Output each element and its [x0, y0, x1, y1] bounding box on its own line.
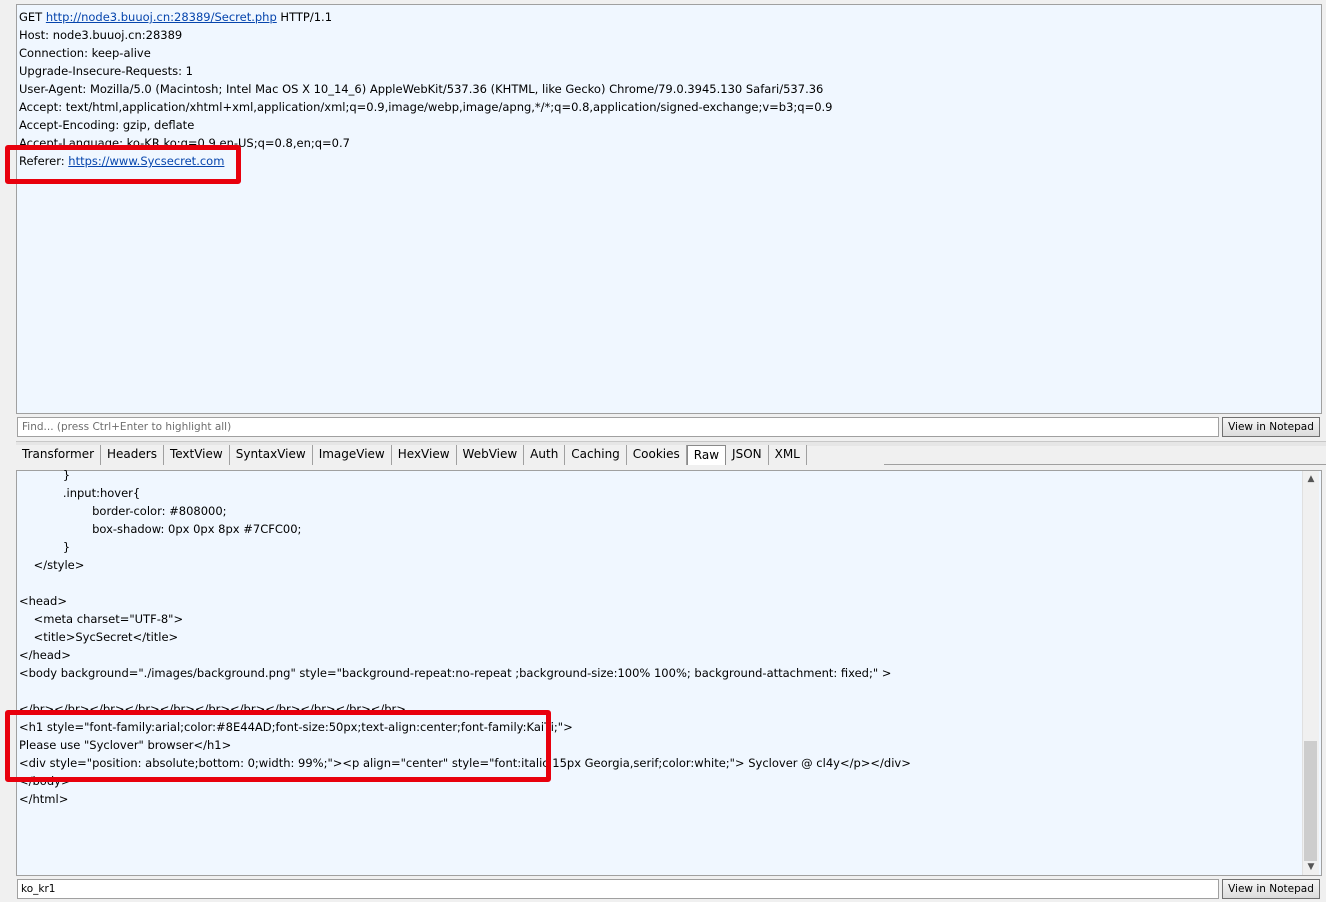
tab-imageview[interactable]: ImageView — [312, 445, 392, 465]
view-in-notepad-button[interactable]: View in Notepad — [1222, 417, 1320, 437]
response-line: </head> — [19, 648, 71, 662]
tab-auth[interactable]: Auth — [524, 445, 566, 465]
scroll-up-icon[interactable]: ▲ — [1303, 471, 1319, 487]
response-scrollbar[interactable]: ▲ ▼ — [1302, 471, 1319, 875]
highlight-box-body — [5, 710, 551, 782]
request-line: GET http://node3.buuoj.cn:28389/Secret.p… — [19, 8, 332, 26]
response-line: <title>SycSecret</title> — [19, 630, 179, 644]
tab-webview[interactable]: WebView — [456, 445, 525, 465]
response-tabs: Transformer Headers TextView SyntaxView … — [16, 445, 807, 465]
header-connection: Connection: keep-alive — [19, 46, 151, 60]
tab-raw[interactable]: Raw — [686, 445, 727, 465]
tab-xml[interactable]: XML — [768, 445, 807, 465]
tab-json[interactable]: JSON — [726, 445, 769, 465]
response-pane[interactable]: } .input:hover{ border-color: #808000; b… — [16, 468, 1322, 876]
scroll-thumb[interactable] — [1304, 741, 1317, 861]
header-user-agent: User-Agent: Mozilla/5.0 (Macintosh; Inte… — [19, 82, 824, 96]
header-accept-encoding: Accept-Encoding: gzip, deflate — [19, 118, 195, 132]
tab-textview[interactable]: TextView — [163, 445, 230, 465]
tab-hexview[interactable]: HexView — [391, 445, 457, 465]
tab-transformer[interactable]: Transformer — [16, 445, 102, 465]
tab-cookies[interactable]: Cookies — [626, 445, 687, 465]
tab-headers[interactable]: Headers — [101, 445, 164, 465]
response-line: .input:hover{ — [19, 486, 141, 500]
response-line: </html> — [19, 792, 69, 806]
response-line: <meta charset="UTF-8"> — [19, 612, 184, 626]
header-upgrade-insecure: Upgrade-Insecure-Requests: 1 — [19, 64, 193, 78]
response-line: } — [19, 468, 71, 482]
find-input[interactable] — [17, 417, 1219, 437]
request-url-link[interactable]: http://node3.buuoj.cn:28389/Secret.php — [46, 10, 277, 24]
quickexec-input[interactable] — [17, 879, 1219, 899]
response-line: </style> — [19, 558, 85, 572]
response-line: border-color: #808000; — [19, 504, 227, 518]
tab-caching[interactable]: Caching — [565, 445, 627, 465]
view-in-notepad-button-bottom[interactable]: View in Notepad — [1222, 879, 1320, 899]
request-method: GET — [19, 10, 46, 24]
header-accept: Accept: text/html,application/xhtml+xml,… — [19, 100, 833, 114]
tabs-divider — [884, 464, 1326, 465]
tab-syntaxview[interactable]: SyntaxView — [229, 445, 313, 465]
header-host: Host: node3.buuoj.cn:28389 — [19, 28, 183, 42]
request-protocol: HTTP/1.1 — [276, 10, 333, 24]
response-line: <head> — [19, 594, 67, 608]
response-line: <body background="./images/background.pn… — [19, 666, 892, 680]
request-pane[interactable]: GET http://node3.buuoj.cn:28389/Secret.p… — [16, 4, 1322, 414]
response-line: box-shadow: 0px 0px 8px #7CFC00; — [19, 522, 302, 536]
highlight-box-referer — [5, 145, 241, 184]
response-line: } — [19, 540, 71, 554]
scroll-down-icon[interactable]: ▼ — [1303, 859, 1319, 875]
